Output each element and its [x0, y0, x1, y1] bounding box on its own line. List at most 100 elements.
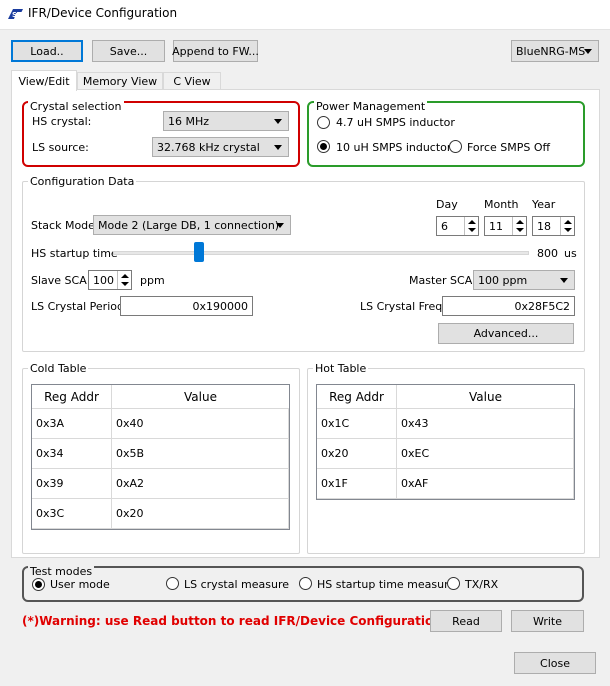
master-sca-label: Master SCA [409, 274, 473, 287]
table-cell[interactable]: 0xAF [397, 469, 574, 499]
year-spinner[interactable]: 18 [532, 216, 575, 236]
hs-startup-slider-track[interactable] [113, 251, 529, 255]
table-cell[interactable]: 0x40 [112, 409, 289, 439]
read-button[interactable]: Read [430, 610, 502, 632]
table-cell[interactable]: 0x20 [112, 499, 289, 529]
table-cell[interactable]: 0x43 [397, 409, 574, 439]
master-sca-select[interactable]: 100 ppm [473, 270, 575, 290]
tab-c-view[interactable]: C View [163, 72, 221, 90]
day-spinner[interactable]: 6 [436, 216, 479, 236]
table-cell[interactable]: 0x20 [317, 439, 397, 469]
chevron-down-icon [274, 145, 282, 150]
chevron-down-icon [560, 278, 568, 283]
year-spinner-buttons[interactable] [560, 217, 574, 235]
smps-4-7uh-label: 4.7 uH SMPS inductor [336, 116, 455, 129]
arrow-down-icon[interactable] [516, 228, 524, 232]
st-logo-icon: ST [8, 9, 23, 19]
window-title: IFR/Device Configuration [28, 6, 178, 20]
month-label: Month [484, 198, 519, 211]
force-smps-off-radio[interactable] [449, 140, 462, 153]
hs-startup-value: 800 [537, 247, 558, 260]
slave-sca-spinner-buttons[interactable] [117, 271, 131, 289]
hs-startup-unit: us [564, 247, 577, 260]
month-value: 11 [489, 220, 503, 233]
ls-crystal-measure-radio[interactable] [166, 577, 179, 590]
slave-sca-unit: ppm [140, 274, 165, 287]
table-cell[interactable]: 0x3A [32, 409, 112, 439]
smps-10uh-radio[interactable] [317, 140, 330, 153]
day-spinner-buttons[interactable] [464, 217, 478, 235]
hot-table-grid[interactable]: Reg Addr Value 0x1C 0x43 0x20 0xEC 0x1F … [316, 384, 575, 500]
day-value: 6 [441, 220, 448, 233]
arrow-down-icon[interactable] [121, 282, 129, 286]
master-sca-value: 100 ppm [478, 273, 528, 287]
stack-mode-select[interactable]: Mode 2 (Large DB, 1 connection) [93, 215, 291, 235]
table-cell[interactable]: 0x39 [32, 469, 112, 499]
ls-source-label: LS source: [32, 141, 89, 154]
chevron-down-icon [276, 223, 284, 228]
hs-startup-measure-label: HS startup time measure [317, 578, 456, 591]
cold-table-grid[interactable]: Reg Addr Value 0x3A 0x40 0x34 0x5B 0x39 … [31, 384, 290, 530]
advanced-button[interactable]: Advanced... [438, 323, 574, 344]
power-management-title: Power Management [314, 100, 428, 113]
year-value: 18 [537, 220, 551, 233]
write-button[interactable]: Write [511, 610, 584, 632]
cold-table-header-value[interactable]: Value [112, 385, 289, 409]
slave-sca-value: 100 [93, 274, 114, 287]
table-cell[interactable]: 0x1F [317, 469, 397, 499]
arrow-up-icon[interactable] [564, 220, 572, 224]
hot-table-title: Hot Table [313, 362, 369, 375]
device-select[interactable]: BlueNRG-MS [511, 40, 599, 62]
year-label: Year [532, 198, 556, 211]
hs-crystal-label: HS crystal: [32, 115, 92, 128]
smps-10uh-label: 10 uH SMPS inductor [336, 141, 452, 154]
tab-view-edit[interactable]: View/Edit [11, 70, 77, 91]
arrow-up-icon[interactable] [468, 220, 476, 224]
arrow-up-icon[interactable] [121, 274, 129, 278]
ls-source-value: 32.768 kHz crystal [157, 140, 260, 154]
arrow-down-icon[interactable] [564, 228, 572, 232]
svg-text:ST: ST [12, 11, 22, 19]
hs-startup-measure-radio[interactable] [299, 577, 312, 590]
chevron-down-icon [274, 119, 282, 124]
tab-memory-view[interactable]: Memory View [77, 72, 163, 90]
tx-rx-radio[interactable] [447, 577, 460, 590]
table-cell[interactable]: 0x3C [32, 499, 112, 529]
table-cell[interactable]: 0xEC [397, 439, 574, 469]
table-cell[interactable]: 0xA2 [112, 469, 289, 499]
table-cell[interactable]: 0x5B [112, 439, 289, 469]
title-bar: ST IFR/Device Configuration [0, 0, 610, 30]
hot-table-header-value[interactable]: Value [397, 385, 574, 409]
hs-crystal-value: 16 MHz [168, 114, 210, 128]
arrow-down-icon[interactable] [468, 228, 476, 232]
load-button[interactable]: Load.. [11, 40, 83, 62]
hs-startup-time-label: HS startup time [31, 247, 118, 260]
hs-crystal-select[interactable]: 16 MHz [163, 111, 289, 131]
cold-table-header-addr[interactable]: Reg Addr [32, 385, 112, 409]
slave-sca-spinner[interactable]: 100 [88, 270, 132, 290]
ls-source-select[interactable]: 32.768 kHz crystal [152, 137, 289, 157]
table-cell[interactable]: 0x1C [317, 409, 397, 439]
ls-crystal-freq-field[interactable]: 0x28F5C2 [442, 296, 575, 316]
smps-4-7uh-radio[interactable] [317, 116, 330, 129]
crystal-selection-title: Crystal selection [28, 100, 124, 113]
stack-mode-value: Mode 2 (Large DB, 1 connection) [98, 218, 280, 232]
table-cell[interactable]: 0x34 [32, 439, 112, 469]
ls-crystal-freq-label: LS Crystal Freq [360, 300, 443, 313]
arrow-up-icon[interactable] [516, 220, 524, 224]
user-mode-label: User mode [50, 578, 110, 591]
append-to-fw-button[interactable]: Append to FW... [172, 40, 259, 62]
ls-crystal-period-field[interactable]: 0x190000 [120, 296, 253, 316]
ls-crystal-measure-label: LS crystal measure [184, 578, 289, 591]
hot-table-header-addr[interactable]: Reg Addr [317, 385, 397, 409]
tx-rx-label: TX/RX [465, 578, 499, 591]
hs-startup-slider-thumb[interactable] [194, 242, 204, 262]
slave-sca-label: Slave SCA [31, 274, 87, 287]
close-button[interactable]: Close [514, 652, 596, 674]
user-mode-radio[interactable] [32, 578, 45, 591]
save-button[interactable]: Save... [92, 40, 165, 62]
month-spinner[interactable]: 11 [484, 216, 527, 236]
force-smps-off-label: Force SMPS Off [467, 141, 551, 154]
month-spinner-buttons[interactable] [512, 217, 526, 235]
day-label: Day [436, 198, 458, 211]
